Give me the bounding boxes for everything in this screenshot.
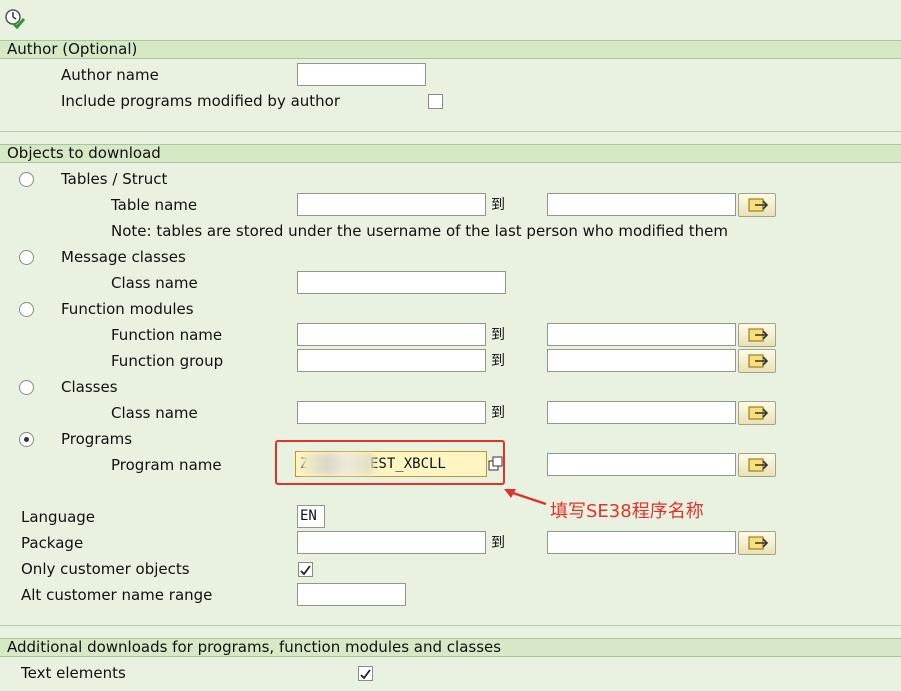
language-input[interactable]: EN xyxy=(297,505,325,528)
radio-message-classes-label: Message classes xyxy=(61,248,186,266)
multiple-selection-button[interactable] xyxy=(738,401,776,425)
message-class-name-input[interactable] xyxy=(297,271,506,294)
package-from-input[interactable] xyxy=(297,531,486,554)
radio-programs[interactable] xyxy=(19,432,34,447)
checkmark-icon xyxy=(360,669,371,680)
function-name-from-input[interactable] xyxy=(297,323,486,346)
range-to-label: 到 xyxy=(491,405,505,421)
only-customer-label: Only customer objects xyxy=(21,560,190,578)
radio-message-classes[interactable] xyxy=(19,250,34,265)
radio-function-modules[interactable] xyxy=(19,302,34,317)
radio-programs-label: Programs xyxy=(61,430,133,448)
table-name-to-input[interactable] xyxy=(547,193,736,216)
author-name-label: Author name xyxy=(61,66,159,84)
section-divider xyxy=(0,625,901,626)
radio-tables-label: Tables / Struct xyxy=(61,170,168,188)
multiple-selection-button[interactable] xyxy=(738,193,776,217)
multiple-selection-button[interactable] xyxy=(738,323,776,347)
package-label: Package xyxy=(21,534,84,552)
section-objects-header: Objects to download xyxy=(0,144,901,163)
section-author-header: Author (Optional) xyxy=(0,40,901,59)
multiple-selection-button[interactable] xyxy=(738,349,776,373)
annotation-highlight-box xyxy=(275,440,505,485)
multiple-selection-icon xyxy=(748,328,769,342)
alt-customer-label: Alt customer name range xyxy=(21,586,213,604)
include-modified-checkbox[interactable] xyxy=(428,94,443,109)
multiple-selection-icon xyxy=(748,198,769,212)
text-elements-label: Text elements xyxy=(21,664,126,682)
multiple-selection-button[interactable] xyxy=(738,453,776,477)
multiple-selection-button[interactable] xyxy=(738,531,776,555)
radio-classes[interactable] xyxy=(19,380,34,395)
include-modified-label: Include programs modified by author xyxy=(61,92,341,110)
class-name-label: Class name xyxy=(111,404,198,422)
function-group-from-input[interactable] xyxy=(297,349,486,372)
radio-classes-label: Classes xyxy=(61,378,118,396)
function-group-label: Function group xyxy=(111,352,224,370)
class-name-from-input[interactable] xyxy=(297,401,486,424)
annotation-arrow-icon xyxy=(500,484,550,510)
multiple-selection-icon xyxy=(748,458,769,472)
program-name-to-input[interactable] xyxy=(547,453,736,476)
text-elements-checkbox[interactable] xyxy=(358,666,373,681)
class-name-to-input[interactable] xyxy=(547,401,736,424)
multiple-selection-icon xyxy=(748,536,769,550)
execute-icon[interactable] xyxy=(4,8,26,30)
radio-function-modules-label: Function modules xyxy=(61,300,194,318)
section-divider xyxy=(0,131,901,132)
only-customer-checkbox[interactable] xyxy=(298,562,313,577)
alt-customer-input[interactable] xyxy=(297,583,406,606)
function-name-label: Function name xyxy=(111,326,223,344)
section-additional-header: Additional downloads for programs, funct… xyxy=(0,638,901,657)
language-label: Language xyxy=(21,508,96,526)
radio-tables[interactable] xyxy=(19,172,34,187)
table-name-from-input[interactable] xyxy=(297,193,486,216)
package-to-input[interactable] xyxy=(547,531,736,554)
author-name-input[interactable] xyxy=(297,63,426,86)
range-to-label: 到 xyxy=(491,353,505,369)
message-class-name-label: Class name xyxy=(111,274,198,292)
range-to-label: 到 xyxy=(491,327,505,343)
table-name-label: Table name xyxy=(111,196,198,214)
multiple-selection-icon xyxy=(748,406,769,420)
program-name-label: Program name xyxy=(111,456,222,474)
range-to-label: 到 xyxy=(491,197,505,213)
annotation-text: 填写SE38程序名称 xyxy=(550,501,704,522)
tables-note: Note: tables are stored under the userna… xyxy=(111,222,729,240)
function-name-to-input[interactable] xyxy=(547,323,736,346)
multiple-selection-icon xyxy=(748,354,769,368)
function-group-to-input[interactable] xyxy=(547,349,736,372)
checkmark-icon xyxy=(300,565,311,576)
range-to-label: 到 xyxy=(491,535,505,551)
